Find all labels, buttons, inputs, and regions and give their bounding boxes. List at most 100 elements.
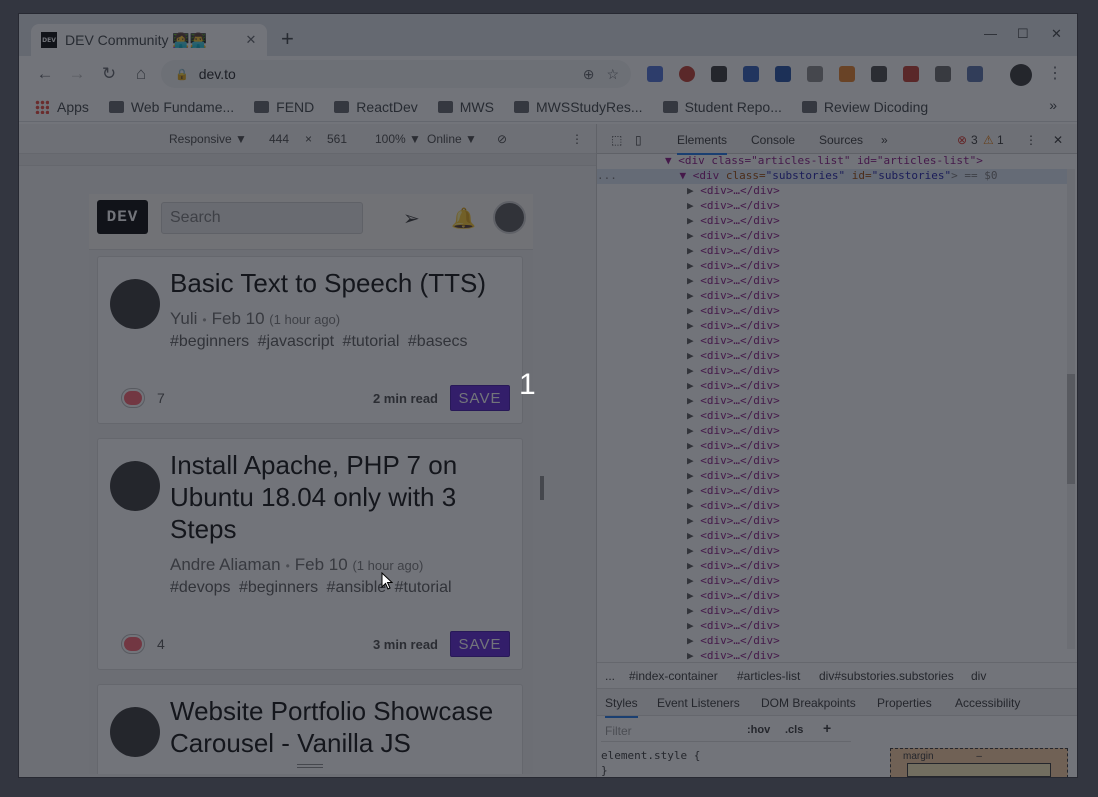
dom-child-node[interactable]: ▶ <div>…</div> [687, 619, 780, 634]
dom-child-node[interactable]: ▶ <div>…</div> [687, 199, 780, 214]
shield-extension-icon[interactable] [743, 66, 759, 82]
expand-arrow-icon[interactable]: ▶ [687, 244, 700, 257]
expand-arrow-icon[interactable]: ▶ [687, 424, 700, 437]
article-tags[interactable]: #beginners #javascript #tutorial #basecs [170, 333, 468, 351]
device-mode-select[interactable]: Responsive ▼ [169, 132, 247, 146]
dom-child-node[interactable]: ▶ <div>…</div> [687, 229, 780, 244]
back-arrow-icon[interactable]: ← [35, 64, 55, 84]
reload-icon[interactable]: ↻ [99, 64, 119, 84]
minimize-icon[interactable]: — [984, 26, 997, 41]
dom-child-node[interactable]: ▶ <div>…</div> [687, 394, 780, 409]
expand-arrow-icon[interactable]: ▶ [687, 589, 700, 602]
fox-extension-icon[interactable] [839, 66, 855, 82]
tab-console[interactable]: Console [751, 133, 795, 147]
dom-child-node[interactable]: ▶ <div>…</div> [687, 484, 780, 499]
dom-node-articles-list[interactable]: ▼ <div class="articles-list" id="article… [665, 154, 983, 169]
forward-arrow-icon[interactable]: → [67, 64, 87, 84]
network-select[interactable]: Online ▼ [427, 132, 477, 146]
dom-child-node[interactable]: ▶ <div>…</div> [687, 529, 780, 544]
expand-arrow-icon[interactable]: ▶ [687, 604, 700, 617]
address-bar[interactable]: 🔒 dev.to ⊕ ☆ [161, 60, 631, 88]
expand-arrow-icon[interactable]: ▶ [687, 469, 700, 482]
dom-child-node[interactable]: ▶ <div>…</div> [687, 244, 780, 259]
heart-icon[interactable] [122, 635, 144, 653]
dom-child-node[interactable]: ▶ <div>…</div> [687, 499, 780, 514]
user-avatar[interactable] [493, 201, 526, 234]
article-card[interactable]: Install Apache, PHP 7 on Ubuntu 18.04 on… [97, 438, 523, 670]
dom-child-node[interactable]: ▶ <div>…</div> [687, 334, 780, 349]
tab-event-listeners[interactable]: Event Listeners [657, 696, 740, 710]
dom-child-node[interactable]: ▶ <div>…</div> [687, 259, 780, 274]
device-width-input[interactable]: 444 [269, 132, 289, 146]
dom-child-node[interactable]: ▶ <div>…</div> [687, 589, 780, 604]
add-rule-icon[interactable]: + [823, 720, 831, 736]
browser-menu-icon[interactable]: ⋮ [1047, 63, 1063, 83]
bookmark-apps[interactable]: Apps [35, 99, 89, 115]
close-devtools-icon[interactable]: ✕ [1053, 133, 1063, 147]
expand-arrow-icon[interactable]: ▶ [687, 439, 700, 452]
dom-child-node[interactable]: ▶ <div>…</div> [687, 514, 780, 529]
tab-dom-breakpoints[interactable]: DOM Breakpoints [761, 696, 856, 710]
bookmark-star-icon[interactable]: ☆ [606, 66, 619, 83]
extension-icon[interactable] [711, 66, 727, 82]
expand-arrow-icon[interactable]: ▶ [687, 649, 700, 662]
search-input[interactable]: Search [161, 202, 363, 234]
expand-arrow-icon[interactable]: ▶ [687, 514, 700, 527]
resize-handle-right[interactable] [540, 476, 544, 500]
dev-logo[interactable]: DEV [97, 200, 148, 234]
dom-child-node[interactable]: ▶ <div>…</div> [687, 304, 780, 319]
sync-extension-icon[interactable] [967, 66, 983, 82]
browser-tab[interactable]: DEV DEV Community 👩‍💻👨‍💻 ✕ [31, 24, 267, 56]
expand-arrow-icon[interactable]: ▶ [687, 619, 700, 632]
zoom-select[interactable]: 100% ▼ [375, 132, 421, 146]
expand-arrow-icon[interactable]: ▶ [687, 289, 700, 302]
dom-child-node[interactable]: ▶ <div>…</div> [687, 469, 780, 484]
screen-extension-icon[interactable] [807, 66, 823, 82]
home-icon[interactable]: ⌂ [131, 64, 151, 84]
dom-child-node[interactable]: ▶ <div>…</div> [687, 289, 780, 304]
expand-arrow-icon[interactable]: ▶ [687, 529, 700, 542]
author-avatar[interactable] [110, 707, 160, 757]
expand-arrow-icon[interactable]: ▶ [687, 379, 700, 392]
close-tab-icon[interactable]: ✕ [243, 32, 259, 48]
dom-child-node[interactable]: ▶ <div>…</div> [687, 379, 780, 394]
bookmarks-overflow-icon[interactable]: » [1049, 97, 1057, 113]
maximize-icon[interactable]: ☐ [1017, 26, 1029, 42]
error-icon[interactable]: ⊗ [957, 133, 967, 147]
tab-properties[interactable]: Properties [877, 696, 932, 710]
save-button[interactable]: SAVE [450, 631, 510, 657]
expand-arrow-icon[interactable]: ▶ [687, 409, 700, 422]
expand-arrow-icon[interactable]: ▶ [687, 259, 700, 272]
expand-arrow-icon[interactable]: ▶ [687, 634, 700, 647]
grid-extension-icon[interactable] [775, 66, 791, 82]
send-icon[interactable]: ➢ [403, 206, 420, 231]
hov-toggle[interactable]: :hov [747, 724, 770, 736]
inspect-icon[interactable]: ⬚ [611, 133, 622, 147]
new-tab-icon[interactable]: + [281, 26, 294, 52]
crumb-index-container[interactable]: #index-container [629, 669, 718, 683]
expand-arrow-icon[interactable]: ▶ [687, 394, 700, 407]
bookmark-folder[interactable]: FEND [254, 99, 314, 115]
resize-handle-bottom[interactable] [297, 764, 323, 768]
expand-arrow-icon[interactable]: ▶ [687, 484, 700, 497]
heart-icon[interactable] [122, 389, 144, 407]
device-height-input[interactable]: 561 [327, 132, 347, 146]
expand-arrow-icon[interactable]: ▶ [687, 349, 700, 362]
expand-arrow-icon[interactable]: ▶ [687, 454, 700, 467]
tab-accessibility[interactable]: Accessibility [955, 696, 1020, 710]
expand-arrow-icon[interactable]: ▶ [687, 319, 700, 332]
crumb-substories[interactable]: div#substories.substories [819, 669, 954, 683]
close-window-icon[interactable]: ✕ [1051, 26, 1062, 42]
article-tags[interactable]: #devops #beginners #ansible #tutorial [170, 579, 452, 597]
dom-child-node[interactable]: ▶ <div>…</div> [687, 544, 780, 559]
dom-child-node[interactable]: ▶ <div>…</div> [687, 319, 780, 334]
add-icon[interactable]: ⊕ [583, 66, 595, 83]
translate-extension-icon[interactable] [647, 66, 663, 82]
crumb-div[interactable]: div [971, 669, 986, 683]
author-avatar[interactable] [110, 279, 160, 329]
cls-toggle[interactable]: .cls [785, 724, 803, 736]
tab-styles[interactable]: Styles [605, 696, 638, 718]
author-name[interactable]: Yuli [170, 309, 197, 328]
bell-icon[interactable]: 🔔 [451, 206, 476, 231]
expand-arrow-icon[interactable]: ▶ [687, 499, 700, 512]
